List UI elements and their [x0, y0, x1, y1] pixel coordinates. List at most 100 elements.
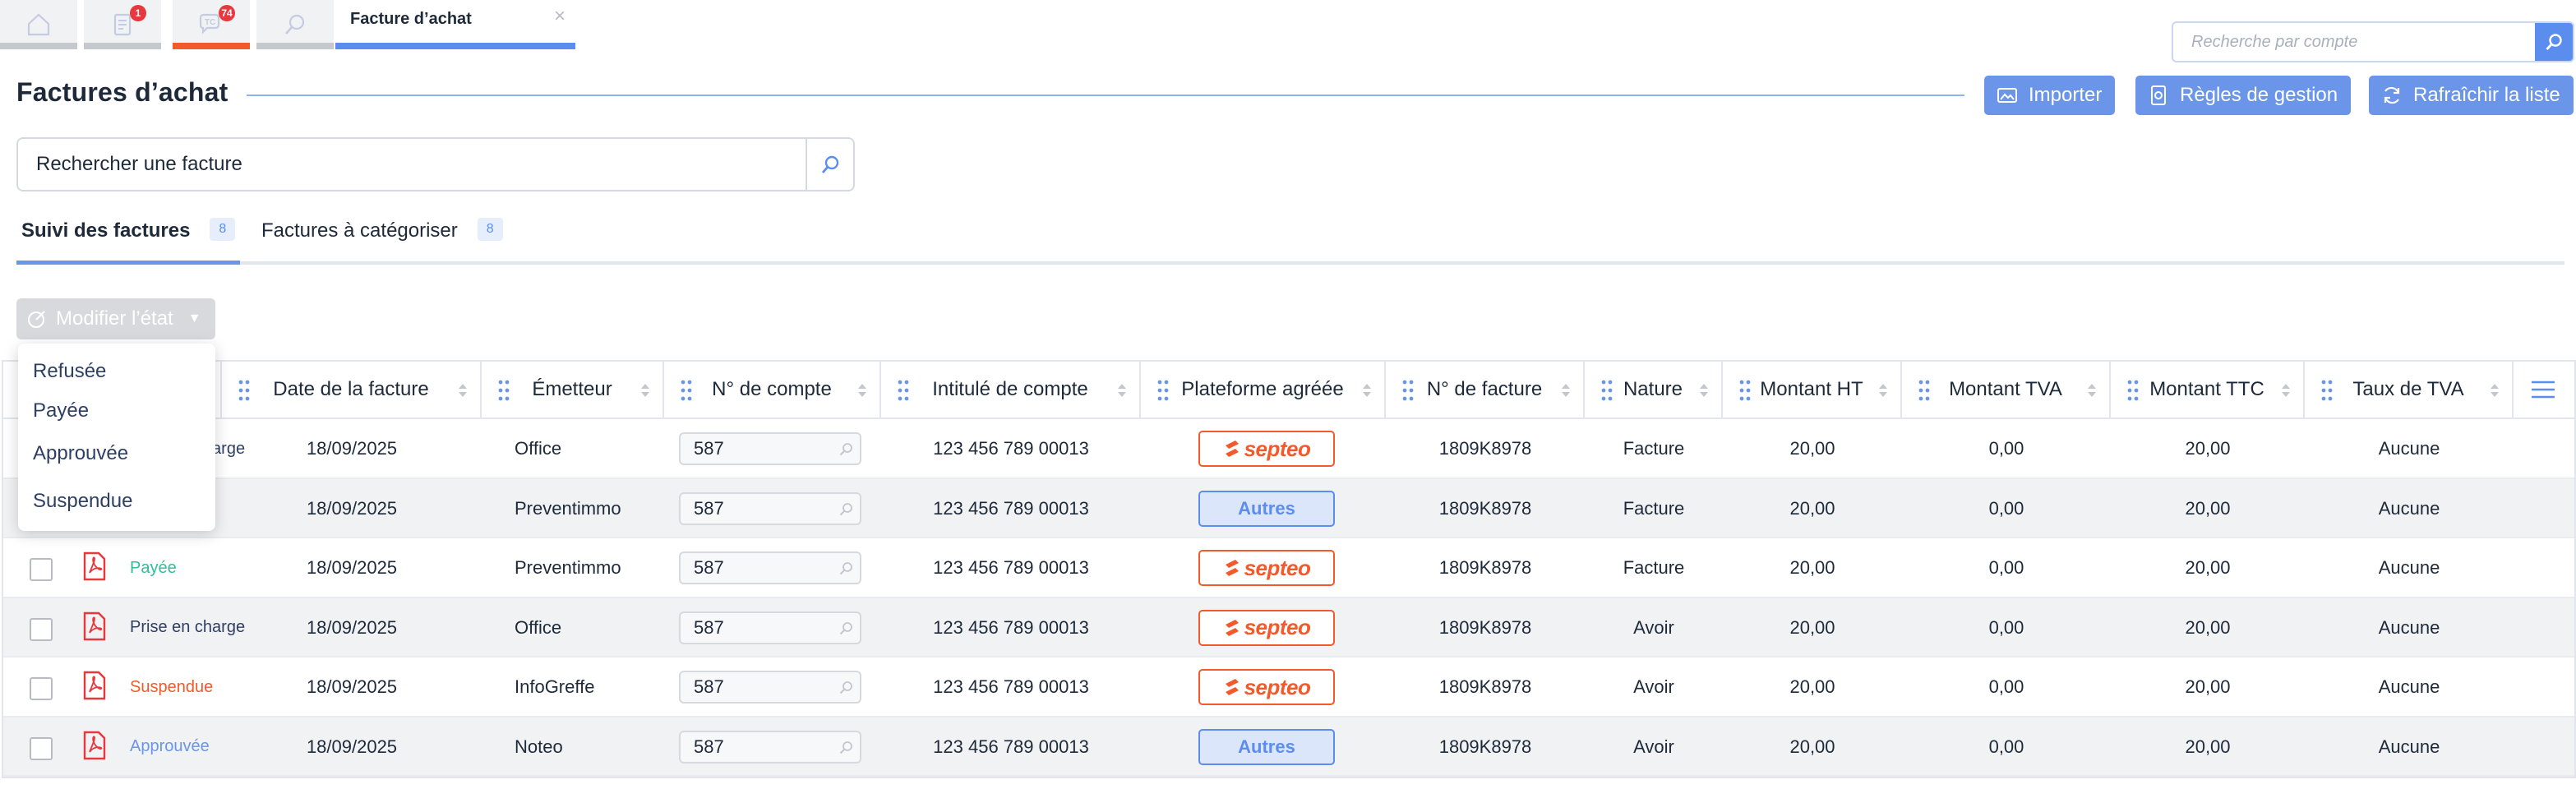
cell-nature: Facture: [1623, 497, 1685, 519]
table-row[interactable]: Prise en charge18/09/2025Office123 456 7…: [3, 597, 2574, 657]
import-button[interactable]: Importer: [1984, 76, 2116, 115]
header-invoice-date[interactable]: Date de la facture: [222, 362, 482, 418]
row-checkbox[interactable]: [30, 617, 53, 641]
drag-handle-icon[interactable]: [1402, 380, 1414, 401]
drag-handle-icon[interactable]: [1601, 380, 1613, 401]
table-row[interactable]: 18/09/2025 Preventimmo 123 456 789 00013 18…: [3, 478, 2574, 538]
row-checkbox[interactable]: [30, 677, 53, 700]
tab-indicator: [173, 43, 250, 49]
sort-icon[interactable]: [2489, 381, 2500, 399]
state-menu-item-refusee[interactable]: Refusée: [33, 360, 106, 383]
platform-badge-autres: Autres: [1198, 490, 1335, 527]
sort-icon[interactable]: [1560, 381, 1572, 399]
pdf-file-icon[interactable]: [82, 671, 107, 700]
row-checkbox[interactable]: [30, 736, 53, 760]
sort-icon[interactable]: [1698, 381, 1710, 399]
pdf-file-icon[interactable]: [82, 611, 107, 641]
cell-amount-ttc: 20,00: [2185, 616, 2231, 638]
state-menu-item-payee[interactable]: Payée: [33, 399, 89, 422]
header-label: Montant HT: [1760, 378, 1863, 400]
header-amount-tva[interactable]: Montant TVA: [1902, 362, 2111, 418]
sort-icon[interactable]: [1361, 381, 1373, 399]
tab-label: Suivi des factures: [21, 219, 191, 242]
tab-label: Facture d’achat: [350, 10, 472, 28]
table-row[interactable]: Prise en charge18/09/2025Office123 456 7…: [3, 419, 2574, 479]
header-account-label[interactable]: Intitulé de compte: [881, 362, 1141, 418]
account-number-field[interactable]: 587: [679, 491, 861, 525]
header-invoice-number[interactable]: N° de facture: [1386, 362, 1585, 418]
cell-account-label: 123 456 789 00013: [933, 557, 1089, 578]
column-menu-button[interactable]: [2512, 362, 2574, 418]
pdf-file-icon[interactable]: [82, 731, 107, 760]
cell-amount-tva: 0,00: [1988, 736, 2024, 757]
account-search-button[interactable]: [2535, 23, 2573, 61]
sort-icon[interactable]: [856, 381, 868, 399]
tab-documents[interactable]: 1: [84, 0, 163, 49]
table-row[interactable]: Suspendue 18/09/2025 InfoGreffe 123 456 789…: [3, 657, 2574, 717]
drag-handle-icon[interactable]: [2127, 380, 2139, 401]
tab-invoice-tracking[interactable]: Suivi des factures 8: [21, 218, 236, 265]
sort-icon[interactable]: [1877, 381, 1889, 399]
table-row[interactable]: Payée 18/09/2025 Preventimmo 123 456 789 00…: [3, 538, 2574, 598]
tab-search[interactable]: [256, 0, 335, 49]
invoices-table: Date de la facture Émetteur N° de compte…: [2, 360, 2576, 778]
search-icon[interactable]: [838, 740, 853, 755]
sort-icon[interactable]: [639, 381, 651, 399]
tab-purchase-invoice[interactable]: Facture d’achat ×: [335, 0, 575, 49]
header-platform[interactable]: Plateforme agréée: [1141, 362, 1386, 418]
drag-handle-icon[interactable]: [2321, 380, 2333, 401]
sort-icon[interactable]: [457, 381, 469, 399]
drag-handle-icon[interactable]: [1918, 380, 1930, 401]
title-divider: [247, 95, 1964, 96]
drag-handle-icon[interactable]: [498, 380, 510, 401]
header-nature[interactable]: Nature: [1585, 362, 1723, 418]
header-amount-ht[interactable]: Montant HT: [1723, 362, 1902, 418]
search-icon[interactable]: [838, 442, 853, 457]
platform-badge-septeo: septeo: [1198, 669, 1335, 705]
sort-icon[interactable]: [2280, 381, 2292, 399]
header-vat-rate[interactable]: Taux de TVA: [2305, 362, 2514, 418]
pdf-file-icon[interactable]: [82, 551, 107, 581]
invoice-search: [16, 137, 855, 191]
drag-handle-icon[interactable]: [898, 380, 909, 401]
sort-icon[interactable]: [2086, 381, 2098, 399]
account-number-field[interactable]: 587: [679, 611, 861, 644]
row-checkbox[interactable]: [30, 558, 53, 581]
modify-state-button[interactable]: Modifier l’état ▼: [16, 298, 215, 339]
header-amount-ttc[interactable]: Montant TTC: [2111, 362, 2305, 418]
drag-handle-icon[interactable]: [1739, 380, 1751, 401]
account-number-field[interactable]: 587: [679, 551, 861, 584]
state-menu-item-suspendue[interactable]: Suspendue: [33, 490, 132, 513]
header-emitter[interactable]: Émetteur: [482, 362, 664, 418]
search-icon[interactable]: [838, 621, 853, 636]
header-account-number[interactable]: N° de compte: [664, 362, 881, 418]
image-upload-icon: [1997, 88, 2017, 103]
cell-invoice-number: 1809K8978: [1438, 497, 1532, 519]
search-icon[interactable]: [838, 681, 853, 695]
invoice-search-input[interactable]: [18, 139, 806, 190]
drag-handle-icon[interactable]: [681, 380, 692, 401]
account-number-field[interactable]: 587: [679, 730, 861, 764]
account-number-value: 587: [694, 497, 724, 519]
tab-home[interactable]: [0, 0, 79, 49]
sort-icon[interactable]: [1116, 381, 1128, 399]
table-row[interactable]: Approuvée 18/09/2025 Noteo 123 456 789 0001…: [3, 717, 2574, 777]
tab-invoices-to-categorize[interactable]: Factures à catégoriser 8: [261, 218, 503, 265]
invoice-search-button[interactable]: [806, 139, 853, 190]
refresh-button[interactable]: Rafraîchir la liste: [2369, 76, 2574, 115]
rules-button[interactable]: Règles de gestion: [2135, 76, 2352, 115]
account-number-field[interactable]: 587: [679, 432, 861, 465]
drag-handle-icon[interactable]: [1157, 380, 1169, 401]
account-search-input[interactable]: [2173, 23, 2532, 61]
cell-emitter: Preventimmo: [515, 557, 621, 578]
state-menu-item-approuvee[interactable]: Approuvée: [33, 442, 128, 465]
refresh-icon: [2384, 86, 2400, 104]
cell-invoice-date: 18/09/2025: [306, 736, 398, 757]
cell-amount-ttc: 20,00: [2185, 438, 2231, 459]
drag-handle-icon[interactable]: [238, 380, 250, 401]
search-icon[interactable]: [838, 502, 853, 517]
close-icon[interactable]: ×: [554, 5, 566, 28]
search-icon[interactable]: [838, 561, 853, 576]
tab-exchanges[interactable]: TC 74: [173, 0, 252, 49]
account-number-field[interactable]: 587: [679, 671, 861, 704]
